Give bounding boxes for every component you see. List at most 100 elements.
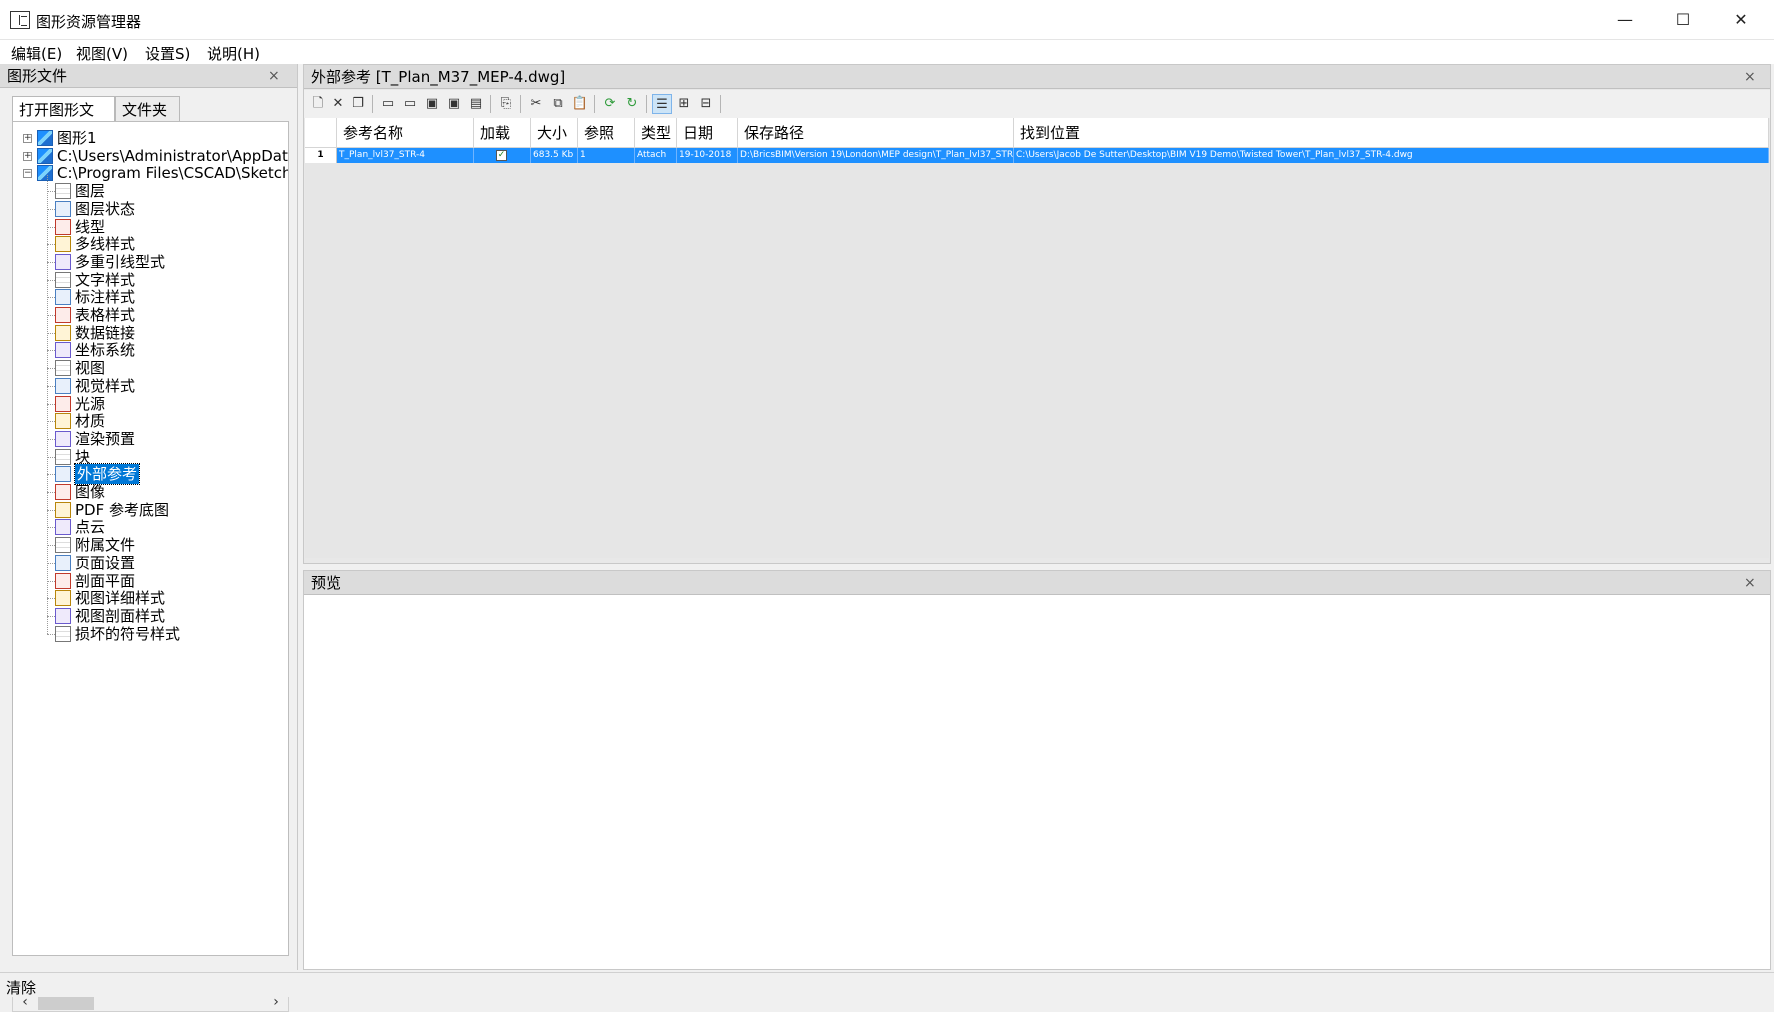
bind-xref-icon[interactable]: ▤ xyxy=(466,94,486,114)
tree-item-icon xyxy=(55,324,71,341)
drawing-files-panel: 图形文件 × 打开图形文件 文件夹 +图形1+C:\Users\Administ… xyxy=(0,64,298,1012)
scroll-thumb[interactable] xyxy=(38,995,94,1010)
xref-toolbar: 🗋 ✕ ❐ ▭ ▭ ▣ ▣ ▤ ⎘ ✂ ⧉ 📋 ⟳ ↻ ☰ ⊞ ⊟ xyxy=(304,90,1770,118)
minimize-button[interactable]: — xyxy=(1596,0,1654,40)
tree-item-icon xyxy=(55,236,71,253)
new-icon[interactable]: 🗋 xyxy=(308,94,328,114)
unload-xref-icon[interactable]: ▣ xyxy=(444,94,464,114)
tab-open-drawings[interactable]: 打开图形文件 xyxy=(12,96,115,140)
tree-item-icon xyxy=(55,218,71,235)
drawing-files-title: 图形文件 xyxy=(7,67,68,85)
tree-item-icon xyxy=(55,307,71,323)
col-date[interactable]: 日期 xyxy=(677,118,738,148)
copy-file-icon[interactable]: ❐ xyxy=(348,94,368,114)
menu-edit[interactable]: 编辑(E) xyxy=(11,43,62,64)
refresh-icon[interactable]: ↻ xyxy=(622,94,642,114)
tree-item-icon xyxy=(55,289,71,306)
header-corner xyxy=(305,118,337,148)
xref-panel: 外部参考 [T_Plan_M37_MEP-4.dwg] × 🗋 ✕ ❐ ▭ ▭ … xyxy=(303,64,1771,564)
details-view-icon[interactable]: ☰ xyxy=(652,94,672,114)
tree-item-icon xyxy=(55,183,71,200)
tree-item-icon xyxy=(55,395,71,412)
menu-settings[interactable]: 设置S) xyxy=(145,43,190,64)
window-title: 图形资源管理器 xyxy=(36,13,142,31)
tree-item-icon xyxy=(55,484,71,500)
cell-type: Attach xyxy=(635,148,677,163)
reload-xref-icon[interactable]: ▣ xyxy=(422,94,442,114)
col-type[interactable]: 类型 xyxy=(635,118,677,148)
status-text: 清除 xyxy=(6,979,37,997)
tree-item-icon xyxy=(55,590,71,607)
tree-item-icon xyxy=(55,519,71,536)
menu-bar: 编辑(E) 视图(V) 设置S) 说明(H) xyxy=(0,40,1774,64)
drawing-icon xyxy=(37,130,53,146)
refresh-add-icon[interactable]: ⟳ xyxy=(600,94,620,114)
xref-table: 参考名称 加载 大小 参照 类型 日期 保存路径 找到位置 T_Plan_lvl… xyxy=(305,118,1769,558)
tree-item-icon xyxy=(55,554,71,571)
tree-item-icon xyxy=(55,342,71,359)
paste-icon[interactable]: 📋 xyxy=(570,94,590,114)
copy-icon[interactable]: ⧉ xyxy=(548,94,568,114)
close-button[interactable]: ✕ xyxy=(1712,0,1770,40)
detach-icon[interactable]: ▭ xyxy=(400,94,420,114)
tree-item-label: 损坏的符号样式 xyxy=(75,624,181,643)
cut-icon[interactable]: ✂ xyxy=(526,94,546,114)
icons-view-icon[interactable]: ⊞ xyxy=(674,94,694,114)
tree-item-icon xyxy=(55,271,71,288)
delete-icon[interactable]: ✕ xyxy=(328,94,348,114)
tree-item-icon xyxy=(55,430,71,447)
menu-view[interactable]: 视图(V) xyxy=(76,43,128,64)
tree-item-icon xyxy=(55,377,71,394)
xref-panel-title: 外部参考 [T_Plan_M37_MEP-4.dwg] xyxy=(311,68,566,86)
loaded-checkbox[interactable]: ✓ xyxy=(496,150,507,161)
row-number[interactable]: 1 xyxy=(305,148,337,163)
cell-saved-path: D:\BricsBIM\Version 19\London\MEP design… xyxy=(738,148,1014,163)
expander-icon[interactable]: + xyxy=(23,151,32,161)
drawing-tree[interactable]: + 图形1 + C:\Users\Administrator\AppData\l − C:… xyxy=(12,121,289,956)
browse-icon[interactable]: ⎘ xyxy=(496,94,516,114)
tree-item-icon xyxy=(55,501,71,518)
tree-item-icon xyxy=(55,537,71,554)
cell-found-at: C:\Users\Jacob De Sutter\Desktop\BIM V19… xyxy=(1014,148,1769,163)
tree-item-icon xyxy=(55,200,71,217)
drawing-icon xyxy=(37,165,53,182)
close-panel-icon[interactable]: × xyxy=(268,64,280,88)
tab-folders[interactable]: 文件夹 xyxy=(115,96,180,121)
xref-panel-header: 外部参考 [T_Plan_M37_MEP-4.dwg] × xyxy=(304,65,1770,89)
col-saved-path[interactable]: 保存路径 xyxy=(738,118,1014,148)
tree-item-icon xyxy=(55,360,71,377)
drawing-icon xyxy=(37,147,53,164)
preview-panel: 预览 × xyxy=(303,570,1771,970)
drawing-files-header: 图形文件 × xyxy=(0,64,297,88)
maximize-button[interactable]: ☐ xyxy=(1654,0,1712,40)
cell-size: 683.5 Kb xyxy=(531,148,578,163)
menu-help[interactable]: 说明(H) xyxy=(207,43,260,64)
attach-icon[interactable]: ▭ xyxy=(378,94,398,114)
tree-item-icon xyxy=(55,448,71,465)
expander-icon[interactable]: + xyxy=(23,134,32,143)
table-row[interactable]: T_Plan_lvl37_STR-4 ✓ 683.5 Kb 1 Attach 1… xyxy=(305,148,1769,163)
status-bar: 清除 xyxy=(0,972,1774,997)
cell-ref-name: T_Plan_lvl37_STR-4 xyxy=(337,148,474,163)
tree-item-icon xyxy=(55,413,71,430)
expander-icon[interactable]: − xyxy=(23,169,32,179)
tree-view-icon[interactable]: ⊟ xyxy=(696,94,716,114)
tree-item-icon xyxy=(55,466,71,483)
col-found-at[interactable]: 找到位置 xyxy=(1014,118,1769,148)
close-xref-panel-icon[interactable]: × xyxy=(1744,65,1756,89)
preview-header: 预览 × xyxy=(304,571,1770,595)
col-loaded[interactable]: 加载 xyxy=(474,118,531,148)
col-size[interactable]: 大小 xyxy=(531,118,578,148)
close-preview-icon[interactable]: × xyxy=(1744,571,1756,595)
cell-date: 19-10-2018 xyxy=(677,148,738,163)
tree-item-icon xyxy=(55,607,71,624)
tree-item-icon xyxy=(55,572,71,589)
col-ref-name[interactable]: 参考名称 xyxy=(337,118,474,148)
app-icon xyxy=(10,11,30,29)
tree-item-icon xyxy=(55,253,71,270)
tree-item-icon xyxy=(55,625,71,642)
preview-title: 预览 xyxy=(311,574,342,592)
col-reference[interactable]: 参照 xyxy=(578,118,635,148)
cell-loaded[interactable]: ✓ xyxy=(474,148,531,163)
title-bar: 图形资源管理器 — ☐ ✕ xyxy=(0,0,1774,40)
